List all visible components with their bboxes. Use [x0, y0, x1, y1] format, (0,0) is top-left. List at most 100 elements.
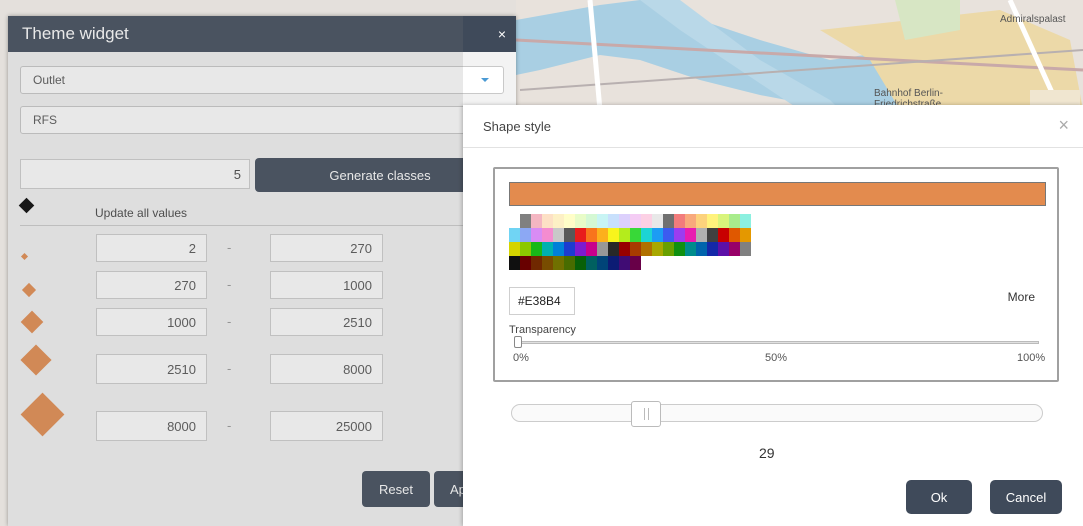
palette-color-swatch[interactable] — [597, 256, 608, 270]
palette-color-swatch[interactable] — [608, 256, 619, 270]
palette-color-swatch[interactable] — [674, 228, 685, 242]
palette-color-swatch[interactable] — [509, 256, 520, 270]
palette-color-swatch[interactable] — [575, 228, 586, 242]
palette-color-swatch[interactable] — [586, 228, 597, 242]
palette-color-swatch[interactable] — [696, 214, 707, 228]
palette-color-swatch[interactable] — [564, 256, 575, 270]
palette-color-swatch[interactable] — [542, 242, 553, 256]
palette-color-swatch[interactable] — [652, 228, 663, 242]
dialog-title: Shape style — [483, 119, 551, 134]
palette-color-swatch[interactable] — [663, 228, 674, 242]
map-label-admiralspalast: Admiralspalast — [1000, 14, 1066, 25]
palette-color-swatch[interactable] — [509, 214, 520, 228]
palette-color-swatch[interactable] — [586, 242, 597, 256]
palette-color-swatch[interactable] — [553, 242, 564, 256]
palette-color-swatch[interactable] — [564, 228, 575, 242]
palette-color-swatch[interactable] — [641, 214, 652, 228]
palette-color-swatch[interactable] — [740, 214, 751, 228]
color-palette — [509, 214, 751, 270]
palette-color-swatch[interactable] — [652, 214, 663, 228]
palette-color-swatch[interactable] — [718, 214, 729, 228]
palette-color-swatch[interactable] — [586, 214, 597, 228]
palette-color-swatch[interactable] — [652, 242, 663, 256]
modal-backdrop — [8, 16, 463, 526]
palette-color-swatch[interactable] — [553, 256, 564, 270]
transparency-tick-100: 100% — [1017, 352, 1046, 364]
close-icon[interactable]: × — [498, 26, 506, 42]
palette-color-swatch[interactable] — [619, 256, 630, 270]
palette-color-swatch[interactable] — [630, 242, 641, 256]
palette-color-swatch[interactable] — [564, 242, 575, 256]
palette-color-swatch[interactable] — [685, 242, 696, 256]
size-value: 29 — [759, 445, 775, 461]
palette-color-swatch[interactable] — [520, 256, 531, 270]
palette-color-swatch[interactable] — [707, 214, 718, 228]
palette-color-swatch[interactable] — [685, 214, 696, 228]
palette-color-swatch[interactable] — [608, 242, 619, 256]
cancel-button[interactable]: Cancel — [990, 480, 1062, 514]
palette-color-swatch[interactable] — [531, 256, 542, 270]
chevron-down-icon — [481, 78, 489, 82]
palette-color-swatch[interactable] — [740, 228, 751, 242]
palette-color-swatch[interactable] — [707, 242, 718, 256]
palette-color-swatch[interactable] — [718, 228, 729, 242]
palette-color-swatch[interactable] — [740, 242, 751, 256]
palette-color-swatch[interactable] — [630, 256, 641, 270]
palette-color-swatch[interactable] — [553, 228, 564, 242]
palette-color-swatch[interactable] — [509, 228, 520, 242]
close-icon[interactable]: × — [1058, 115, 1069, 136]
palette-color-swatch[interactable] — [663, 214, 674, 228]
palette-color-swatch[interactable] — [564, 214, 575, 228]
palette-color-swatch[interactable] — [619, 228, 630, 242]
transparency-tick-0: 0% — [513, 352, 529, 364]
palette-color-swatch[interactable] — [597, 228, 608, 242]
palette-color-swatch[interactable] — [575, 256, 586, 270]
palette-color-swatch[interactable] — [729, 214, 740, 228]
transparency-slider-handle[interactable] — [514, 336, 522, 348]
palette-color-swatch[interactable] — [685, 228, 696, 242]
palette-color-swatch[interactable] — [509, 242, 520, 256]
selected-color-swatch — [509, 182, 1046, 206]
palette-color-swatch[interactable] — [520, 242, 531, 256]
size-slider-track[interactable] — [511, 404, 1043, 422]
palette-color-swatch[interactable] — [597, 214, 608, 228]
palette-color-swatch[interactable] — [575, 242, 586, 256]
palette-color-swatch[interactable] — [663, 242, 674, 256]
palette-color-swatch[interactable] — [542, 256, 553, 270]
palette-color-swatch[interactable] — [674, 242, 685, 256]
palette-color-swatch[interactable] — [542, 214, 553, 228]
divider — [463, 147, 1083, 148]
transparency-tick-50: 50% — [765, 352, 788, 364]
palette-color-swatch[interactable] — [531, 242, 542, 256]
palette-color-swatch[interactable] — [586, 256, 597, 270]
palette-color-swatch[interactable] — [531, 228, 542, 242]
palette-color-swatch[interactable] — [729, 242, 740, 256]
palette-color-swatch[interactable] — [608, 214, 619, 228]
hex-color-input[interactable]: #E38B4 — [509, 287, 575, 315]
palette-color-swatch[interactable] — [630, 228, 641, 242]
ok-button[interactable]: Ok — [906, 480, 972, 514]
palette-color-swatch[interactable] — [575, 214, 586, 228]
shape-style-dialog: Shape style × #E38B4 More Transparency 0… — [463, 105, 1083, 526]
palette-color-swatch[interactable] — [619, 242, 630, 256]
palette-color-swatch[interactable] — [520, 228, 531, 242]
palette-color-swatch[interactable] — [707, 228, 718, 242]
palette-color-swatch[interactable] — [696, 242, 707, 256]
palette-color-swatch[interactable] — [597, 242, 608, 256]
palette-color-swatch[interactable] — [608, 228, 619, 242]
palette-color-swatch[interactable] — [674, 214, 685, 228]
palette-color-swatch[interactable] — [531, 214, 542, 228]
palette-color-swatch[interactable] — [542, 228, 553, 242]
palette-color-swatch[interactable] — [696, 228, 707, 242]
palette-color-swatch[interactable] — [718, 242, 729, 256]
palette-color-swatch[interactable] — [619, 214, 630, 228]
palette-color-swatch[interactable] — [630, 214, 641, 228]
palette-color-swatch[interactable] — [729, 228, 740, 242]
palette-color-swatch[interactable] — [520, 214, 531, 228]
palette-color-swatch[interactable] — [641, 242, 652, 256]
size-slider-handle[interactable] — [631, 401, 661, 427]
palette-color-swatch[interactable] — [641, 228, 652, 242]
transparency-slider-track[interactable] — [515, 341, 1039, 344]
more-colors-link[interactable]: More — [1008, 290, 1035, 304]
palette-color-swatch[interactable] — [553, 214, 564, 228]
